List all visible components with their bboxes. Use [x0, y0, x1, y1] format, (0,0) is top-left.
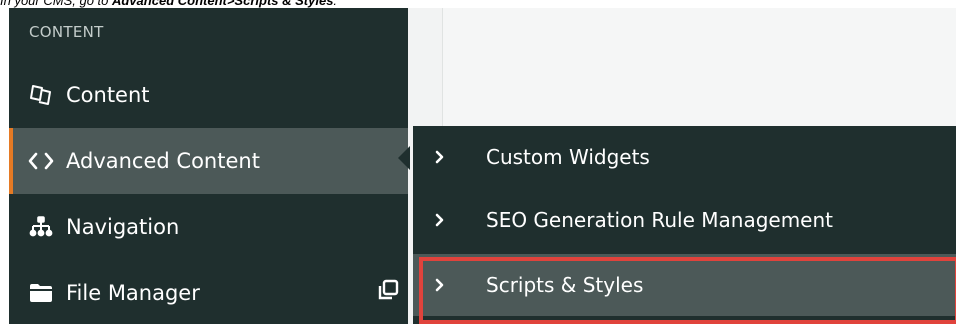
- chevron-right-icon: [435, 213, 455, 227]
- submenu-item-custom-widgets[interactable]: Custom Widgets: [413, 126, 956, 188]
- chevron-right-icon: [435, 150, 455, 164]
- folder-icon: [28, 280, 54, 306]
- sidebar-item-content[interactable]: Content: [9, 62, 408, 128]
- submenu-item-label: Custom Widgets: [486, 145, 650, 169]
- submenu-item-label: Scripts & Styles: [486, 273, 644, 297]
- submenu-item-scripts-styles[interactable]: Scripts & Styles: [413, 254, 956, 316]
- sitemap-icon: [28, 214, 54, 240]
- submenu-item-label: SEO Generation Rule Management: [486, 208, 834, 232]
- sidebar-item-label: Content: [66, 83, 150, 107]
- submenu-item-seo-generation[interactable]: SEO Generation Rule Management: [413, 189, 956, 251]
- popout-icon[interactable]: [376, 278, 400, 302]
- instruction-caption: In your CMS, go to Advanced Content>Scri…: [0, 0, 956, 8]
- chevron-right-icon: [435, 278, 455, 292]
- caption-prefix: In your CMS, go to: [0, 0, 112, 8]
- advanced-content-submenu: Custom Widgets SEO Generation Rule Manag…: [413, 126, 956, 324]
- sidebar-item-advanced-content[interactable]: Advanced Content: [9, 128, 408, 194]
- submenu-pointer: [398, 146, 410, 170]
- sidebar-item-file-manager[interactable]: File Manager: [9, 260, 408, 324]
- sidebar-item-navigation[interactable]: Navigation: [9, 194, 408, 260]
- sidebar-item-label: File Manager: [66, 281, 200, 305]
- code-brackets-icon: [28, 148, 54, 174]
- sidebar-item-label: Advanced Content: [66, 149, 260, 173]
- caption-suffix: .: [333, 0, 338, 8]
- cms-sidebar: CONTENT Content Advanced Content Navigat…: [9, 8, 408, 324]
- sidebar-item-label: Navigation: [66, 215, 180, 239]
- section-label: CONTENT: [29, 23, 104, 41]
- caption-path: Advanced Content>Scripts & Styles: [112, 0, 334, 8]
- documents-icon: [28, 82, 54, 108]
